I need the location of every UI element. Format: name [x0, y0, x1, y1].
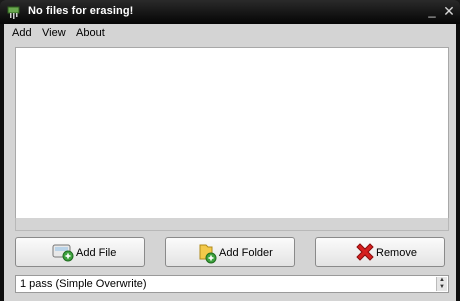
menu-about[interactable]: About [76, 27, 105, 39]
remove-label: Remove [376, 247, 417, 259]
menu-add[interactable]: Add [12, 27, 32, 39]
remove-button[interactable]: Remove [315, 237, 445, 267]
pass-method-value: 1 pass (Simple Overwrite) [20, 278, 147, 290]
add-file-button[interactable]: Add File [15, 237, 145, 267]
app-icon [7, 6, 20, 19]
file-list[interactable] [15, 47, 449, 219]
add-file-icon [52, 244, 74, 262]
menu-bar: Add View About [4, 24, 456, 42]
spinner-arrows-icon[interactable]: ▲ ▼ [436, 277, 447, 291]
client-area: Add View About Add File Add Folder Remov… [4, 24, 456, 301]
pass-method-select[interactable]: 1 pass (Simple Overwrite) ▲ ▼ [15, 275, 449, 293]
add-folder-icon [199, 244, 217, 264]
title-bar[interactable]: No files for erasing! _ ✕ [0, 0, 460, 24]
close-icon[interactable]: ✕ [441, 2, 457, 20]
minimize-icon[interactable]: _ [424, 2, 440, 20]
add-file-label: Add File [76, 247, 117, 259]
add-folder-button[interactable]: Add Folder [165, 237, 295, 267]
window-title: No files for erasing! [28, 5, 134, 17]
add-folder-label: Add Folder [219, 247, 273, 259]
app-window: No files for erasing! _ ✕ Add View About… [0, 0, 460, 301]
menu-view[interactable]: View [42, 27, 66, 39]
red-x-icon [356, 243, 374, 261]
horizontal-scrollbar[interactable] [15, 218, 449, 231]
